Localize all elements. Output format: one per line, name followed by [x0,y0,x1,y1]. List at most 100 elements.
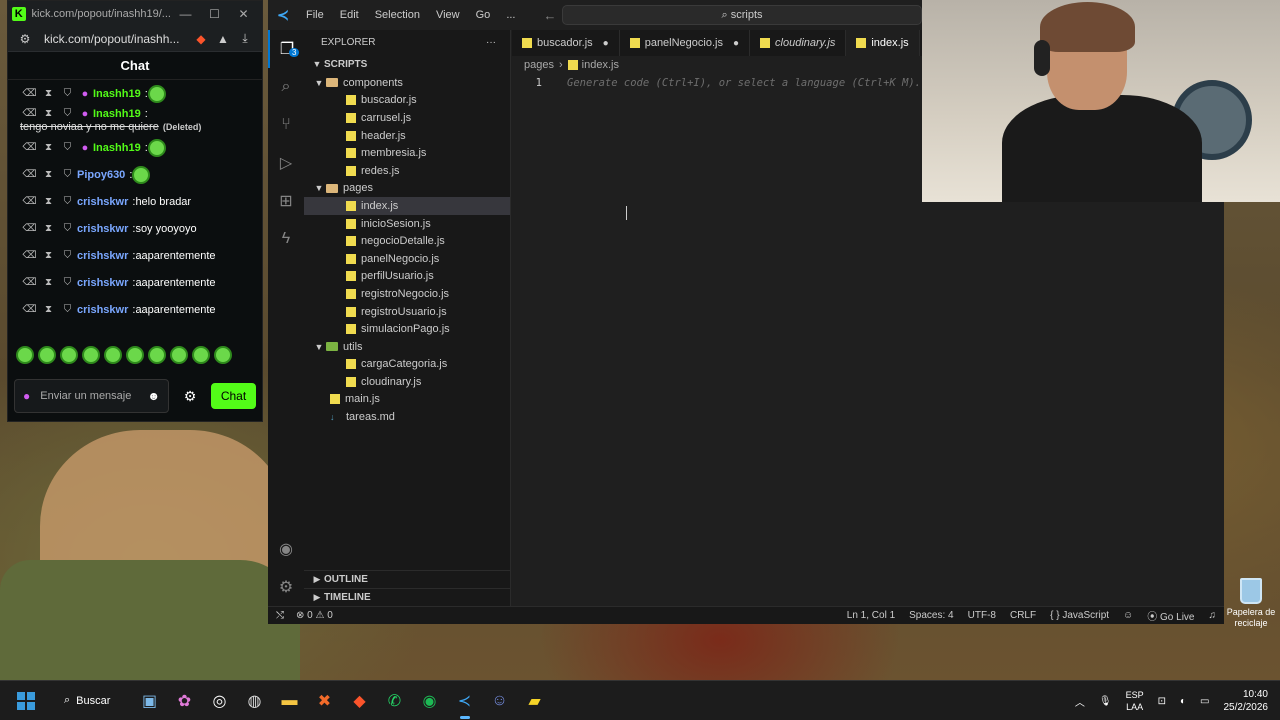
emote-icon[interactable] [38,346,56,364]
site-settings-icon[interactable]: ⚙ [14,32,36,46]
menu-item[interactable]: ... [506,9,515,21]
file-item[interactable]: cloudinary.js [304,373,510,391]
extensions-icon[interactable]: ⊞ [268,182,304,220]
network-icon[interactable]: ⊡ [1158,696,1166,707]
file-item[interactable]: buscador.js [304,92,510,110]
file-item[interactable]: header.js [304,127,510,145]
spotify-icon[interactable]: ◉ [412,681,447,720]
brave-shield-icon[interactable]: ◆ [190,32,212,46]
file-item[interactable]: redes.js [304,162,510,180]
notifications-icon[interactable]: ♫ [1209,610,1217,621]
mic-icon[interactable]: ● [23,389,30,403]
chat-input[interactable]: ● Enviar un mensaje ☻ [14,379,169,413]
file-item[interactable]: cargaCategoria.js [304,356,510,374]
whatsapp-icon[interactable]: ✆ [377,681,412,720]
menu-item[interactable]: Edit [340,9,359,21]
file-item[interactable]: main.js [304,391,510,409]
breadcrumb-folder[interactable]: pages [524,59,554,71]
chat-username[interactable]: crishskwr [77,304,128,316]
kick-url[interactable]: kick.com/popout/inashh... [44,32,190,46]
file-item[interactable]: ↓ tareas.md [304,408,510,426]
chat-username[interactable]: Pipoy630 [77,169,125,181]
emote-icon[interactable] [126,346,144,364]
run-debug-icon[interactable]: ▷ [268,144,304,182]
file-item[interactable]: perfilUsuario.js [304,268,510,286]
chat-username[interactable]: Inashh19 [93,142,141,154]
editor-tab[interactable]: buscador.js ● [512,30,620,56]
emoji-icon[interactable]: ☻ [147,389,160,403]
menu-item[interactable]: Go [476,9,491,21]
copilot-app-icon[interactable]: ✿ [167,681,202,720]
minimize-button[interactable]: — [171,7,200,21]
store-icon[interactable]: ▣ [132,681,167,720]
folder-utils[interactable]: ▼ utils [304,338,510,356]
chat-username[interactable]: crishskwr [77,223,128,235]
chat-settings-icon[interactable]: ⚙ [175,388,205,405]
unsaved-dot-icon[interactable]: ● [603,38,609,49]
sticky-notes-icon[interactable]: ▰ [517,681,552,720]
brave-rewards-icon[interactable]: ▲ [212,32,234,46]
input-language[interactable]: ESP LAA [1126,689,1144,713]
breadcrumb-file[interactable]: index.js [582,59,619,71]
chrome-icon[interactable]: ◍ [237,681,272,720]
recycle-bin[interactable]: Papelera de reciclaje [1222,578,1280,629]
battery-icon[interactable]: ▭ [1200,696,1209,707]
microphone-icon[interactable]: 🎙 [1099,696,1112,707]
back-arrow-icon[interactable]: ← [543,8,556,23]
go-live-button[interactable]: ⦿ Go Live [1147,608,1194,623]
editor-tab[interactable]: index.js [846,30,920,56]
file-item[interactable]: registroNegocio.js [304,285,510,303]
chat-username[interactable]: crishskwr [77,250,128,262]
vscode-taskbar-icon[interactable]: ≺ [447,681,482,720]
file-item[interactable]: inicioSesion.js [304,215,510,233]
lightning-icon[interactable]: ϟ [268,220,304,258]
cursor-position[interactable]: Ln 1, Col 1 [847,610,895,621]
discord-icon[interactable]: ☺ [482,681,517,720]
code-line[interactable]: 1 Generate code (Ctrl+I), or select a la… [512,74,922,91]
chat-username[interactable]: Inashh19 [93,88,141,100]
emote-icon[interactable] [104,346,122,364]
explorer-icon[interactable]: ❐ 3 [268,30,304,68]
account-icon[interactable]: ◉ [268,530,304,568]
remote-icon[interactable]: ⤭ [276,610,284,621]
file-explorer-icon[interactable]: ▬ [272,681,307,720]
manage-gear-icon[interactable]: ⚙ [268,568,304,606]
file-item[interactable]: simulacionPago.js [304,320,510,338]
source-control-icon[interactable]: ⑂ [268,106,304,144]
brave-icon[interactable]: ◆ [342,681,377,720]
xampp-icon[interactable]: ✖ [307,681,342,720]
empty-editor-hint[interactable]: Generate code (Ctrl+I), or select a lang… [567,77,921,89]
file-item[interactable]: membresia.js [304,144,510,162]
obs-icon[interactable]: ◎ [202,681,237,720]
close-button[interactable]: ✕ [229,7,258,21]
chat-username[interactable]: Inashh19 [93,108,141,120]
start-button[interactable] [6,681,46,720]
maximize-button[interactable]: ☐ [200,7,229,21]
search-icon[interactable]: ⌕ [268,68,304,106]
copilot-icon[interactable]: ☺ [1123,610,1133,621]
emote-icon[interactable] [214,346,232,364]
download-icon[interactable]: ⤓ [234,31,256,46]
menu-item[interactable]: File [306,9,324,21]
clock[interactable]: 10:40 25/2/2026 [1224,688,1269,714]
chat-username[interactable]: crishskwr [77,196,128,208]
file-item[interactable]: index.js [304,197,510,215]
emote-icon[interactable] [16,346,34,364]
menu-item[interactable]: View [436,9,460,21]
emote-icon[interactable] [60,346,78,364]
chat-username[interactable]: crishskwr [77,277,128,289]
emote-icon[interactable] [170,346,188,364]
file-item[interactable]: panelNegocio.js [304,250,510,268]
editor-tab[interactable]: panelNegocio.js ● [620,30,751,56]
taskbar-search[interactable]: ⌕ Buscar [56,686,132,716]
language-mode[interactable]: { } JavaScript [1050,610,1109,621]
indentation[interactable]: Spaces: 4 [909,610,953,621]
command-center-search[interactable]: ⌕ scripts [562,5,922,25]
chat-send-button[interactable]: Chat [211,383,256,409]
outline-section[interactable]: ▶ OUTLINE [304,570,511,588]
problems-indicator[interactable]: ⊗ 0 ⚠ 0 [296,610,333,621]
unsaved-dot-icon[interactable]: ● [733,38,739,49]
workspace-root[interactable]: ▼ SCRIPTS [304,54,510,74]
more-actions-icon[interactable]: ··· [486,37,496,48]
emote-icon[interactable] [82,346,100,364]
